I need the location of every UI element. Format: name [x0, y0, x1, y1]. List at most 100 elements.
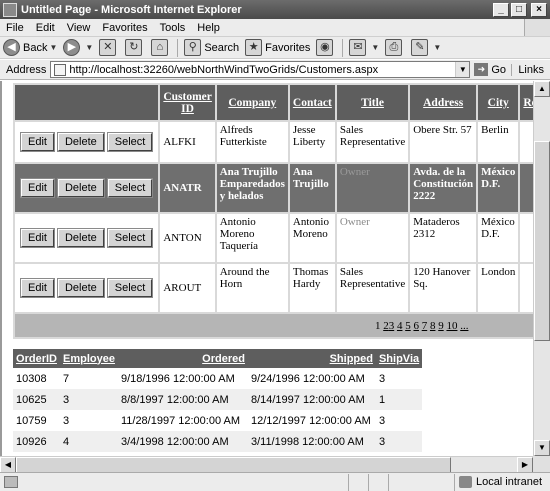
mail-button[interactable]: ✉ ▼ — [346, 38, 382, 58]
pager-page-8[interactable]: 8 — [430, 320, 436, 332]
status-cell — [368, 473, 388, 491]
menu-tools[interactable]: Tools — [154, 22, 192, 34]
print-button[interactable]: ⎙ — [382, 38, 408, 58]
forward-arrow-icon: ▶ — [63, 39, 81, 56]
cell-employee: 7 — [63, 372, 70, 385]
cell-company: Around the Horn — [214, 262, 290, 314]
cell-order-id: 10308 — [16, 372, 47, 385]
forward-button[interactable]: ▶ ▼ — [60, 38, 96, 58]
select-button[interactable]: Select — [106, 178, 154, 198]
cell-shipvia: 1 — [375, 389, 423, 410]
delete-button[interactable]: Delete — [56, 178, 105, 198]
select-button[interactable]: Select — [106, 278, 154, 298]
col-shipped[interactable]: Shipped — [247, 349, 376, 368]
scroll-up-icon[interactable]: ▲ — [534, 81, 550, 97]
home-button[interactable]: ⌂ — [148, 38, 174, 58]
address-bar: Address http://localhost:32260/webNorthW… — [0, 60, 550, 80]
search-icon: ⚲ — [184, 39, 202, 56]
back-dropdown-icon[interactable]: ▼ — [49, 43, 57, 52]
col-ordered[interactable]: Ordered — [117, 349, 248, 368]
maximize-button[interactable]: □ — [511, 2, 527, 17]
col-title[interactable]: Title — [334, 83, 411, 122]
scroll-left-icon[interactable]: ◀ — [0, 457, 16, 473]
delete-button[interactable]: Delete — [56, 132, 105, 152]
favorites-button[interactable]: ★ Favorites — [242, 38, 313, 58]
delete-button[interactable]: Delete — [56, 278, 105, 298]
cell-customer-id: ANTON — [158, 212, 217, 264]
select-button[interactable]: Select — [106, 132, 154, 152]
edit-page-dropdown-icon[interactable]: ▼ — [433, 43, 441, 52]
mail-dropdown-icon[interactable]: ▼ — [371, 43, 379, 52]
col-city[interactable]: City — [476, 83, 521, 122]
vertical-scroll-thumb[interactable] — [534, 141, 550, 341]
window-title: Untitled Page - Microsoft Internet Explo… — [21, 3, 242, 16]
vertical-scrollbar[interactable]: ▲ ▼ — [533, 81, 550, 456]
col-customer-id[interactable]: Customer ID — [158, 83, 217, 122]
cell-employee: 3 — [63, 414, 70, 427]
col-order-id[interactable]: OrderID — [13, 349, 60, 368]
cell-address: Mataderos 2312 — [408, 212, 479, 264]
cell-customer-id: ALFKI — [158, 120, 217, 164]
pager-page-7[interactable]: 7 — [422, 320, 428, 332]
ie-app-icon[interactable] — [3, 2, 17, 17]
pager-page-6[interactable]: 6 — [413, 320, 419, 332]
cell-region — [518, 120, 533, 164]
horizontal-scroll-thumb[interactable] — [16, 457, 451, 473]
links-button[interactable]: Links — [511, 63, 550, 76]
edit-page-button[interactable]: ✎ ▼ — [408, 38, 444, 58]
col-shipvia[interactable]: ShipVia — [375, 349, 423, 368]
stop-icon: ✕ — [99, 39, 117, 56]
edit-button[interactable]: Edit — [20, 178, 55, 198]
delete-button[interactable]: Delete — [56, 228, 105, 248]
search-button[interactable]: ⚲ Search — [181, 38, 242, 58]
col-region[interactable]: Regio — [518, 83, 533, 122]
col-company[interactable]: Company — [214, 83, 290, 122]
stop-button[interactable]: ✕ — [96, 38, 122, 58]
edit-button[interactable]: Edit — [20, 228, 55, 248]
refresh-button[interactable]: ↻ — [122, 38, 148, 58]
menu-help[interactable]: Help — [191, 22, 226, 34]
back-button[interactable]: ◀ Back ▼ — [0, 38, 60, 58]
media-button[interactable]: ◉ — [313, 38, 339, 58]
intranet-icon — [458, 476, 472, 488]
pager-page-9[interactable]: 9 — [438, 320, 444, 332]
col-contact[interactable]: Contact — [287, 83, 337, 122]
address-url[interactable]: http://localhost:32260/webNorthWindTwoGr… — [69, 64, 455, 76]
star-icon: ★ — [245, 39, 263, 56]
scroll-right-icon[interactable]: ▶ — [517, 457, 533, 473]
menu-edit[interactable]: Edit — [30, 22, 61, 34]
cell-employee: 3 — [60, 389, 118, 410]
cell-shipped: 3/11/1998 12:00:00 AM — [247, 431, 376, 452]
pager-page-10[interactable]: 10 — [446, 320, 457, 332]
cell-customer-id: AROUT — [158, 262, 217, 314]
go-button[interactable]: ➜ Go — [474, 63, 506, 76]
edit-button[interactable]: Edit — [20, 278, 55, 298]
close-button[interactable]: × — [531, 2, 547, 17]
cell-address: Obere Str. 57 — [408, 120, 479, 164]
pager-more[interactable]: ... — [460, 320, 468, 332]
scroll-down-icon[interactable]: ▼ — [534, 440, 550, 456]
col-employee[interactable]: Employee — [60, 349, 118, 368]
minimize-button[interactable]: _ — [493, 2, 509, 17]
address-input[interactable]: http://localhost:32260/webNorthWindTwoGr… — [50, 61, 471, 78]
pager-page-4[interactable]: 4 — [397, 320, 403, 332]
menu-favorites[interactable]: Favorites — [96, 22, 153, 34]
horizontal-scrollbar[interactable]: ◀ ▶ — [0, 456, 533, 473]
cell-ordered: 8/8/1997 12:00:00 AM — [117, 389, 248, 410]
menu-file[interactable]: File — [0, 22, 30, 34]
status-cell — [388, 473, 408, 491]
menu-view[interactable]: View — [61, 22, 97, 34]
status-cell — [348, 473, 368, 491]
orders-header-row: OrderID Employee Ordered Shipped ShipVia — [13, 349, 423, 368]
forward-dropdown-icon[interactable]: ▼ — [85, 43, 93, 52]
pager-page-5[interactable]: 5 — [405, 320, 411, 332]
cell-address: 120 Hanover Sq. — [408, 262, 479, 314]
select-button[interactable]: Select — [106, 228, 154, 248]
cell-shipvia: 3 — [375, 431, 423, 452]
address-dropdown-icon[interactable]: ▼ — [455, 62, 470, 77]
edit-button[interactable]: Edit — [20, 132, 55, 152]
cell-city: London — [476, 262, 521, 314]
col-address[interactable]: Address — [408, 83, 479, 122]
cell-address: Avda. de la Constitución 2222 — [408, 162, 479, 214]
pager-page-3[interactable]: 3 — [389, 320, 395, 332]
